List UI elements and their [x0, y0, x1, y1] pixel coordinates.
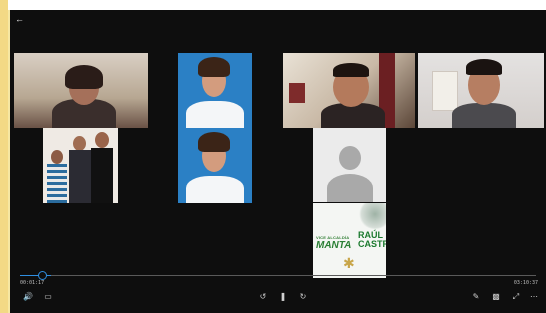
- page-left-band: [0, 0, 8, 313]
- video-tile-young-man: [418, 53, 544, 128]
- seek-handle[interactable]: [38, 271, 47, 280]
- participant-body: [452, 103, 516, 128]
- participant-body: [186, 101, 244, 128]
- video-tile-family-photo: [43, 128, 118, 203]
- woman-body: [69, 150, 91, 203]
- participant-body: [186, 176, 244, 203]
- pause-icon[interactable]: ❚: [277, 292, 289, 302]
- background-poster: [432, 71, 458, 111]
- page-top-band: [0, 0, 546, 10]
- participant-hair: [198, 57, 230, 77]
- man-head: [95, 132, 109, 148]
- ad-city: MANTA: [316, 240, 352, 251]
- progress-bar[interactable]: [20, 275, 536, 276]
- participant-hair: [333, 63, 369, 77]
- man-body: [91, 148, 113, 203]
- more-icon[interactable]: ⋯: [528, 292, 540, 302]
- video-tile-man-glasses: [283, 53, 415, 128]
- ad-name-last: CASTRO: [358, 239, 386, 249]
- pine-branch-decoration: [358, 203, 386, 229]
- avatar-head: [339, 146, 361, 170]
- pen-icon[interactable]: ✎: [470, 292, 482, 302]
- background-decoration: [289, 83, 305, 103]
- avatar-body: [327, 174, 373, 202]
- time-elapsed: 00:01:17: [20, 280, 45, 286]
- participant-hair: [466, 59, 502, 75]
- child-head: [51, 150, 63, 164]
- video-tile-placeholder-avatar: [313, 128, 386, 202]
- video-tile-woman-blue-1: [178, 53, 252, 128]
- star-ornament-icon: ✱: [343, 255, 355, 271]
- time-total: 03:10:37: [513, 280, 538, 286]
- participant-hair: [65, 65, 103, 89]
- arrow-left-icon[interactable]: ←: [15, 14, 24, 24]
- rewind-10-icon[interactable]: ↺: [257, 292, 269, 302]
- volume-icon[interactable]: 🔊: [22, 292, 34, 302]
- forward-30-icon[interactable]: ↻: [297, 292, 309, 302]
- video-tile-woman-glasses: [14, 53, 148, 128]
- child-body: [47, 164, 67, 203]
- captions-icon[interactable]: ▭: [42, 292, 54, 302]
- video-tile-woman-blue-2: [178, 128, 252, 203]
- video-tile-campaign-ad: VICE ALCALDÍA RAÚL MANTA CASTRO ✱: [313, 203, 386, 278]
- woman-head: [73, 136, 86, 151]
- fullscreen-icon[interactable]: ⤢: [510, 292, 522, 302]
- participant-hair: [198, 132, 230, 152]
- miniplayer-icon[interactable]: ▩: [490, 292, 502, 302]
